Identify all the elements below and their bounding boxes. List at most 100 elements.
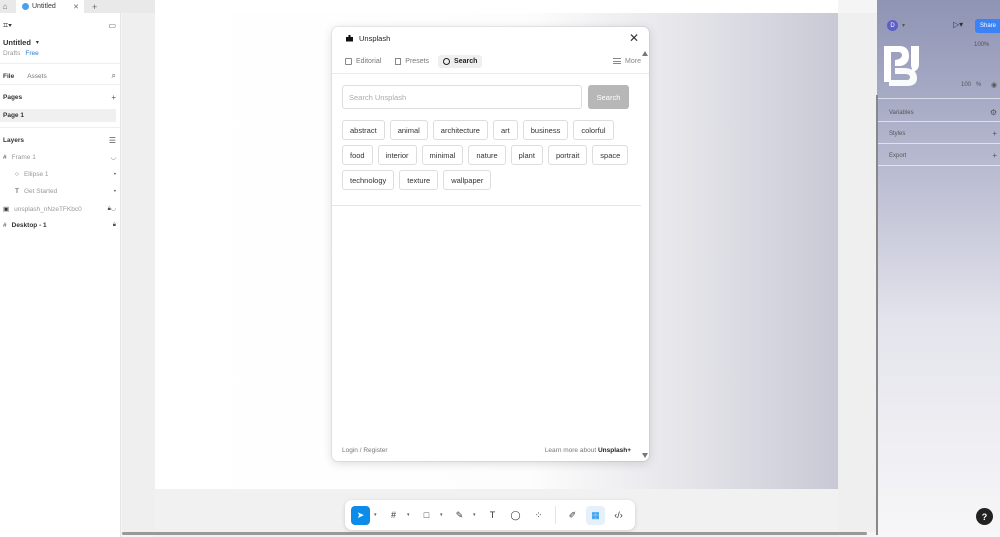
login-link[interactable]: Login / Register: [342, 447, 388, 454]
tag-chip[interactable]: colorful: [573, 120, 614, 140]
chevron-down-icon[interactable]: ▾: [407, 512, 413, 518]
tag-chip[interactable]: architecture: [432, 120, 488, 140]
close-icon[interactable]: ✕: [629, 31, 639, 45]
browser-tab[interactable]: Untitled ✕: [16, 0, 84, 13]
present-icon[interactable]: ▷▾: [953, 20, 963, 29]
tag-chip[interactable]: art: [492, 120, 518, 140]
layer-row[interactable]: # Frame 1 ◡: [3, 154, 116, 161]
text-tool-icon[interactable]: T: [483, 506, 502, 525]
tab-assets[interactable]: Assets: [27, 73, 47, 80]
file-name[interactable]: Untitled: [3, 38, 31, 47]
main-menu-icon[interactable]: ⌗▾: [3, 20, 12, 31]
share-button[interactable]: Share: [975, 19, 1000, 33]
tag-chip[interactable]: nature: [468, 145, 506, 165]
layer-row[interactable]: ▣ unsplash_nNzeTFKbc0 🔒︎◡: [3, 205, 116, 214]
plugin-logo-icon: [884, 46, 919, 86]
learn-more-link[interactable]: Learn more about Unsplash+: [545, 447, 631, 454]
add-export-icon[interactable]: +: [992, 151, 997, 160]
dot-icon: •: [113, 171, 116, 178]
add-page-icon[interactable]: +: [111, 93, 116, 102]
tag-chip[interactable]: business: [522, 120, 569, 140]
new-tab-button[interactable]: +: [92, 2, 97, 12]
layer-row[interactable]: ○ Ellipse 1 •: [15, 171, 116, 178]
page-item[interactable]: Page 1: [0, 109, 116, 122]
tag-chip[interactable]: minimal: [421, 145, 464, 165]
drafts-label[interactable]: Drafts: [3, 50, 20, 57]
chevron-down-icon[interactable]: ▾: [902, 22, 905, 29]
close-tab-icon[interactable]: ✕: [73, 3, 79, 11]
chevron-down-icon[interactable]: ▾: [440, 512, 446, 518]
actions-tool-icon[interactable]: ⁘: [529, 506, 548, 525]
layer-row[interactable]: # Desktop - 1 🔒︎: [3, 222, 116, 229]
search-icon[interactable]: ⌕: [112, 71, 116, 81]
tab-search[interactable]: Search: [438, 54, 483, 68]
bottom-toolbar: ➤ ▾ # ▾ □ ▾ ✎ ▾ T ◯ ⁘ ✐ ▦ ‹/›: [345, 500, 635, 530]
zoom-value[interactable]: 100%: [974, 42, 989, 48]
layer-name: Get Started: [23, 188, 58, 195]
search-button[interactable]: Search: [588, 85, 629, 109]
help-button[interactable]: ?: [976, 508, 993, 525]
tag-chip[interactable]: abstract: [342, 120, 385, 140]
scroll-up-arrow-icon[interactable]: [642, 51, 648, 56]
rectangle-tool-icon[interactable]: □: [417, 506, 436, 525]
plugin-tabs: Editorial Presets Search More: [332, 49, 649, 74]
add-style-icon[interactable]: +: [992, 129, 997, 138]
horizontal-scrollbar[interactable]: [122, 532, 867, 535]
frame-tool-icon[interactable]: #: [384, 506, 403, 525]
tab-editorial[interactable]: Editorial: [340, 55, 386, 68]
frame-top-strip: [198, 0, 838, 13]
chevron-down-icon[interactable]: ▾: [374, 512, 380, 518]
plan-badge: Free: [25, 50, 39, 57]
home-icon[interactable]: ⌂: [0, 2, 10, 11]
lock-icon[interactable]: 🔒︎◡: [108, 205, 116, 213]
tab-label: Editorial: [356, 57, 382, 65]
chevron-down-icon[interactable]: ▾: [473, 512, 479, 518]
unsplash-plugin-window: Unsplash ✕ Editorial Presets Search More…: [332, 27, 649, 461]
search-icon: [443, 57, 451, 65]
variables-settings-icon[interactable]: ⚙: [990, 108, 997, 117]
opacity-percent: %: [976, 82, 982, 88]
tag-chip[interactable]: animal: [389, 120, 428, 140]
design-mode-icon[interactable]: ▦: [586, 505, 605, 525]
tag-chip[interactable]: portrait: [547, 145, 588, 165]
toggle-sidebar-icon[interactable]: ▭: [108, 21, 116, 30]
editorial-icon: [345, 57, 352, 65]
pen-tool-icon[interactable]: ✎: [450, 506, 469, 525]
tag-chip[interactable]: food: [342, 145, 373, 165]
toolbar-divider: [555, 506, 556, 524]
vertical-scrollbar[interactable]: [876, 95, 878, 535]
dev-mode-icon[interactable]: ‹/›: [609, 506, 628, 525]
results-divider: [332, 205, 641, 206]
eye-icon[interactable]: ◉: [991, 81, 997, 89]
tab-file[interactable]: File: [3, 73, 14, 80]
unsplash-logo-icon: [346, 34, 353, 42]
tag-chip[interactable]: space: [592, 145, 629, 165]
tag-chip[interactable]: interior: [377, 145, 417, 165]
frame-icon: #: [3, 222, 7, 229]
layer-name: unsplash_nNzeTFKbc0: [14, 205, 82, 213]
tag-list: abstract animal architecture art busines…: [342, 120, 637, 190]
layers-list-icon[interactable]: ☰: [109, 136, 116, 145]
lock-icon[interactable]: 🔒︎: [113, 222, 116, 229]
opacity-value[interactable]: 100: [961, 82, 971, 88]
left-sidebar: ⌗▾ ▭ Untitled ▾ Drafts Free File Assets …: [0, 13, 121, 537]
avatar[interactable]: D: [887, 20, 898, 31]
tab-presets[interactable]: Presets: [390, 55, 434, 68]
tag-chip[interactable]: plant: [510, 145, 543, 165]
tag-chip[interactable]: technology: [342, 170, 395, 190]
draw-mode-icon[interactable]: ✐: [563, 506, 582, 525]
image-icon: ▣: [3, 206, 10, 213]
plugin-title: Unsplash: [359, 33, 391, 43]
more-menu[interactable]: More: [613, 58, 641, 65]
tag-chip[interactable]: texture: [399, 170, 439, 190]
menu-icon: [613, 58, 622, 64]
move-tool-icon[interactable]: ➤: [351, 505, 370, 525]
tab-label: Search: [454, 57, 478, 65]
layer-row[interactable]: T Get Started •: [15, 188, 116, 195]
visibility-icon[interactable]: ◡: [111, 154, 116, 161]
comment-tool-icon[interactable]: ◯: [506, 506, 525, 525]
tag-chip[interactable]: wallpaper: [443, 170, 492, 190]
chevron-down-icon[interactable]: ▾: [36, 39, 39, 46]
scroll-down-arrow-icon[interactable]: [642, 453, 648, 458]
search-input[interactable]: [342, 85, 582, 109]
